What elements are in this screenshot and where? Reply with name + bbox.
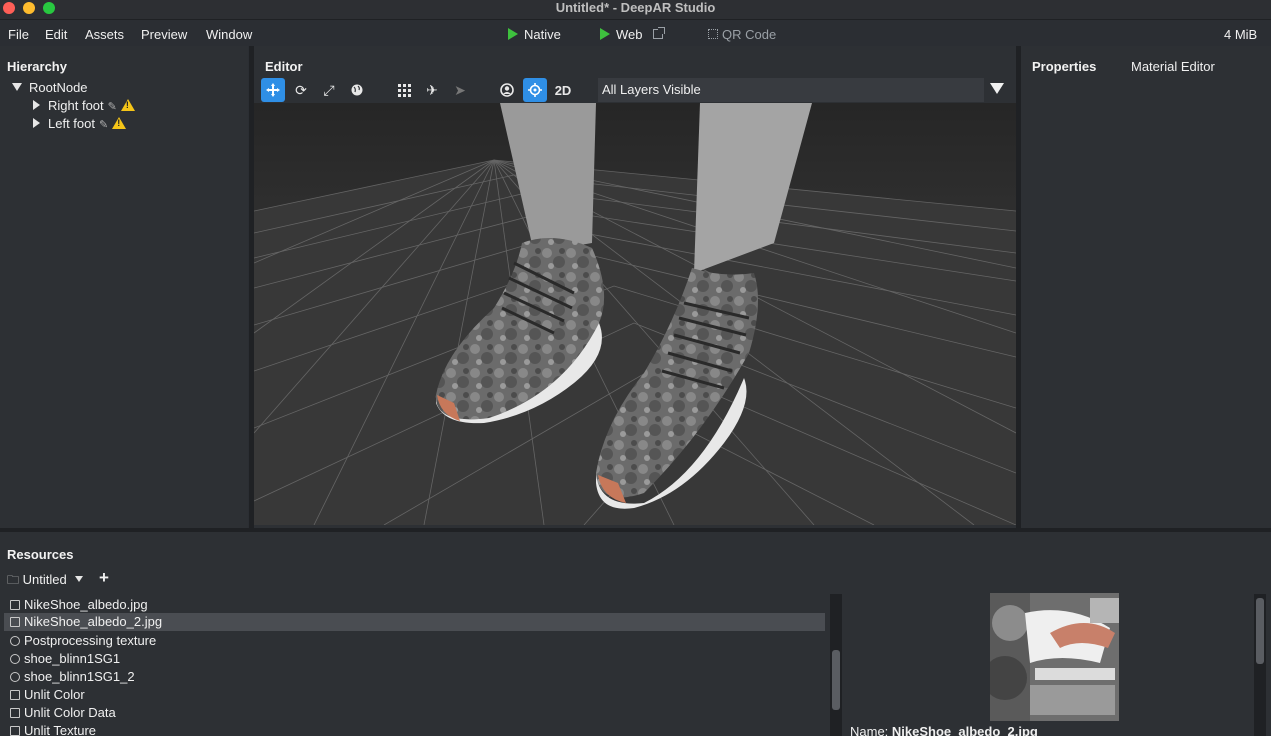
file-icon [10, 726, 20, 736]
preview-name-value: NikeShoe_albedo_2.jpg [891, 724, 1038, 736]
world-space-button[interactable] [345, 78, 369, 102]
preview-native-button[interactable]: Native [508, 27, 561, 42]
list-item[interactable]: shoe_blinn1SG1_2 [10, 669, 135, 684]
2d-mode-button[interactable]: 2D [550, 78, 576, 102]
scrollbar-thumb[interactable] [832, 650, 840, 710]
native-label: Native [524, 27, 561, 42]
move-tool-button[interactable] [261, 78, 285, 102]
tab-properties[interactable]: Properties [1032, 59, 1096, 74]
preview-scrollbar[interactable] [1254, 594, 1266, 736]
scene-render [254, 103, 1016, 525]
sphere-icon [10, 672, 20, 682]
image-icon [10, 617, 20, 627]
rotate-icon: ⟳ [295, 81, 307, 98]
grid-toggle-button[interactable] [392, 78, 416, 102]
menu-edit[interactable]: Edit [45, 27, 67, 42]
3d-viewport[interactable] [254, 103, 1016, 525]
external-link-icon[interactable] [652, 27, 665, 39]
play-icon [600, 28, 610, 40]
tree-node-left-foot[interactable]: Left foot ✎ [33, 116, 127, 131]
layers-dropdown[interactable]: All Layers Visible [598, 78, 984, 102]
scrollbar-thumb[interactable] [1256, 598, 1264, 664]
tree-node-label: Left foot [48, 116, 95, 131]
resources-scrollbar[interactable] [830, 594, 842, 736]
memory-usage: 4 MiB [1224, 27, 1258, 42]
gear-icon [10, 636, 20, 646]
tree-node-right-foot[interactable]: Right foot ✎ [33, 98, 135, 113]
location-arrow-icon: ➤ [454, 81, 466, 98]
add-resource-button[interactable]: + [99, 568, 109, 588]
tree-node-label: RootNode [29, 80, 88, 95]
user-circle-icon [500, 83, 514, 97]
list-item-selected[interactable]: NikeShoe_albedo_2.jpg [4, 613, 825, 631]
play-icon [508, 28, 518, 40]
tree-node-label: Right foot [48, 98, 104, 113]
web-label: Web [616, 27, 643, 42]
list-item[interactable]: NikeShoe_albedo.jpg [10, 597, 148, 612]
hierarchy-title: Hierarchy [7, 59, 67, 74]
crosshair-icon [528, 83, 542, 97]
menu-window[interactable]: Window [206, 27, 252, 42]
hierarchy-panel: Hierarchy RootNode Right foot✎ Left foot… [0, 46, 248, 528]
scale-tool-button[interactable]: ⤢ [317, 78, 341, 102]
preview-web-button[interactable]: Web [600, 27, 665, 42]
menu-preview[interactable]: Preview [141, 27, 187, 42]
grid-icon [397, 83, 411, 97]
navigate-button[interactable]: ➤ [448, 78, 472, 102]
window-title: Untitled* - DeepAR Studio [555, 0, 716, 15]
tab-material-editor[interactable]: Material Editor [1131, 59, 1215, 74]
folder-icon: 🗀 [7, 573, 20, 587]
list-item[interactable]: Postprocessing texture [10, 633, 156, 648]
resources-panel: Resources 🗀 Untitled + NikeShoe_albedo.j… [0, 532, 1271, 736]
collapse-arrow-icon[interactable] [33, 118, 40, 128]
image-icon [10, 600, 20, 610]
folder-icon [10, 708, 20, 718]
qr-label: QR Code [722, 27, 777, 42]
globe-icon [351, 84, 363, 96]
folder-selector[interactable]: 🗀 Untitled [7, 571, 84, 592]
list-item[interactable]: Unlit Color Data [10, 705, 116, 720]
menu-file[interactable]: File [8, 27, 29, 42]
title-bar: Untitled* - DeepAR Studio [0, 0, 1271, 20]
menu-bar: File Edit Assets Preview Window Native W… [0, 21, 1271, 46]
qr-code-button[interactable]: QR Code [708, 27, 776, 42]
properties-panel: Properties Material Editor [1021, 46, 1271, 528]
collapse-arrow-icon[interactable] [33, 100, 40, 110]
list-item[interactable]: Unlit Color [10, 687, 85, 702]
qr-code-icon [708, 29, 718, 39]
warning-icon [112, 117, 127, 129]
tree-node-root[interactable]: RootNode [12, 80, 88, 95]
chevron-down-icon [75, 576, 84, 582]
airplane-icon: ✈ [426, 81, 438, 98]
sphere-icon [10, 654, 20, 664]
rotate-tool-button[interactable]: ⟳ [289, 78, 313, 102]
pencil-icon: ✎ [98, 119, 109, 131]
file-icon [10, 690, 20, 700]
editor-title: Editor [265, 59, 303, 74]
face-tracking-button[interactable] [495, 78, 519, 102]
focus-button[interactable] [523, 78, 547, 102]
snap-button[interactable]: ✈ [420, 78, 444, 102]
resources-title: Resources [7, 547, 74, 562]
pencil-icon: ✎ [107, 101, 117, 113]
list-item[interactable]: shoe_blinn1SG1 [10, 651, 120, 666]
warning-icon [120, 99, 135, 111]
texture-preview-image [990, 593, 1119, 721]
scale-icon: ⤢ [323, 81, 335, 98]
menu-assets[interactable]: Assets [85, 27, 124, 42]
list-item[interactable]: Unlit Texture [10, 723, 96, 736]
move-icon [266, 83, 280, 97]
preview-name: Name: NikeShoe_albedo_2.jpg [850, 724, 1038, 736]
folder-name: Untitled [22, 572, 67, 587]
expand-arrow-icon[interactable] [12, 83, 22, 91]
chevron-down-icon[interactable] [990, 83, 1004, 94]
editor-panel: Editor ⟳ ⤢ ✈ ➤ 2D All Layers Visible [254, 46, 1016, 528]
